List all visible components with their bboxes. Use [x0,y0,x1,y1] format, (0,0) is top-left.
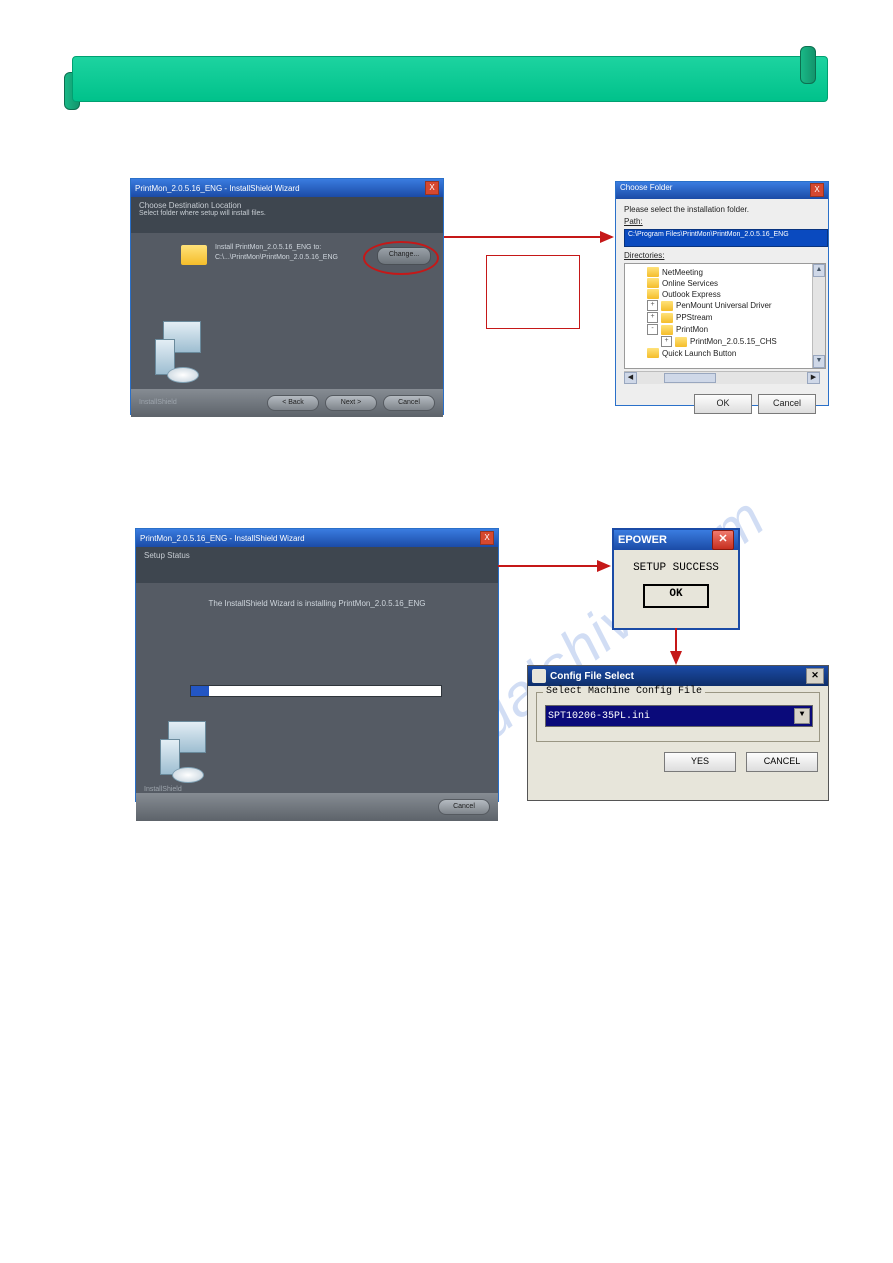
tree-item[interactable]: +PrintMon_2.0.5.15_CHS [627,336,823,347]
folder-icon [647,348,659,358]
folder-icon [661,313,673,323]
installer2-header: Setup Status [136,547,498,583]
installer2-titlebar: PrintMon_2.0.5.16_ENG - InstallShield Wi… [136,529,498,547]
cancel-button[interactable]: Cancel [383,395,435,411]
installer1-body: Install PrintMon_2.0.5.16_ENG to: C:\...… [131,233,443,389]
directories-label: Directories: [624,251,820,260]
path-label: Path: [624,217,820,226]
collapse-icon[interactable]: - [647,324,658,335]
next-button[interactable]: Next > [325,395,377,411]
config-group: Select Machine Config File SPT10206-35PL… [536,692,820,742]
installer2-title: PrintMon_2.0.5.16_ENG - InstallShield Wi… [140,534,305,543]
brand: InstallShield [144,786,182,793]
installer2-msg: The InstallShield Wizard is installing P… [136,599,498,608]
folder-icon [181,245,207,265]
epower-success-dialog: EPOWER ✕ SETUP SUCCESS OK [612,528,740,630]
chevron-down-icon[interactable]: ▼ [794,708,810,724]
banner-cap-right [800,46,816,84]
scroll-right-icon[interactable]: ▶ [807,372,820,384]
browse-title: Choose Folder [620,183,672,198]
installer-progress: PrintMon_2.0.5.16_ENG - InstallShield Wi… [135,528,499,802]
tree-item[interactable]: -PrintMon [627,324,823,335]
browse-titlebar: Choose Folder X [616,182,828,199]
installer1-header-title: Choose Destination Location [139,201,435,210]
folder-icon [647,267,659,277]
ok-button[interactable]: OK [694,394,752,414]
config-titlebar: Config File Select ✕ [528,666,828,686]
config-buttons: YES CANCEL [528,742,828,772]
tree-item[interactable]: Online Services [627,278,823,288]
scroll-thumb[interactable] [664,373,716,383]
close-icon[interactable]: X [480,531,494,545]
config-legend: Select Machine Config File [543,686,705,697]
banner [72,56,828,102]
folder-icon [661,301,673,311]
ok-button[interactable]: OK [643,584,709,608]
browse-buttons: OK Cancel [624,394,820,414]
scroll-up-icon[interactable]: ▲ [813,264,825,277]
epower-msg: SETUP SUCCESS [614,562,738,574]
scroll-left-icon[interactable]: ◀ [624,372,637,384]
installer1-titlebar: PrintMon_2.0.5.16_ENG - InstallShield Wi… [131,179,443,197]
config-combobox[interactable]: SPT10206-35PL.ini ▼ [545,705,813,727]
tree-item[interactable]: Quick Launch Button [627,348,823,358]
installer2-body: The InstallShield Wizard is installing P… [136,599,498,793]
epower-titlebar: EPOWER ✕ [614,530,738,550]
close-icon[interactable]: ✕ [806,668,824,684]
horizontal-scrollbar[interactable]: ◀ ▶ [624,371,820,384]
epower-title: EPOWER [618,534,667,546]
scroll-down-icon[interactable]: ▼ [813,355,825,368]
cancel-button[interactable]: CANCEL [746,752,818,772]
computer-icon [150,721,214,783]
brand: InstallShield [139,399,177,406]
computer-icon [145,321,209,383]
choose-folder-dialog: Choose Folder X Please select the instal… [615,181,829,406]
path-input[interactable]: C:\Program Files\PrintMon\PrintMon_2.0.5… [624,229,828,247]
expand-icon[interactable]: + [661,336,672,347]
installer2-header-title: Setup Status [144,551,490,560]
config-value: SPT10206-35PL.ini [548,711,650,722]
progress-bar [190,685,442,697]
cancel-button[interactable]: Cancel [758,394,816,414]
installer1-header: Choose Destination Location Select folde… [131,197,443,233]
directory-tree[interactable]: NetMeeting Online Services Outlook Expre… [624,263,826,369]
close-icon[interactable]: ✕ [712,530,734,550]
expand-icon[interactable]: + [647,300,658,311]
close-icon[interactable]: X [810,183,824,197]
tree-item[interactable]: NetMeeting [627,267,823,277]
yes-button[interactable]: YES [664,752,736,772]
installer1-title: PrintMon_2.0.5.16_ENG - InstallShield Wi… [135,184,300,193]
vertical-scrollbar[interactable]: ▲ ▼ [812,264,825,368]
folder-icon [675,337,687,347]
install-path-text: Install PrintMon_2.0.5.16_ENG to: C:\...… [215,243,338,263]
cancel-button[interactable]: Cancel [438,799,490,815]
folder-icon [647,278,659,288]
close-icon[interactable]: X [425,181,439,195]
expand-icon[interactable]: + [647,312,658,323]
config-icon [532,669,546,683]
tree-item[interactable]: +PenMount Universal Driver [627,300,823,311]
browse-prompt: Please select the installation folder. [624,205,820,214]
progress-fill [191,686,209,696]
config-file-select-dialog: Config File Select ✕ Select Machine Conf… [527,665,829,801]
back-button[interactable]: < Back [267,395,319,411]
installer1-footer: InstallShield < Back Next > Cancel [131,389,443,417]
config-title: Config File Select [550,671,634,682]
folder-icon [647,289,659,299]
highlight-oval [363,241,439,275]
folder-icon [661,325,673,335]
tree-item[interactable]: +PPStream [627,312,823,323]
installer1-header-sub: Select folder where setup will install f… [139,210,435,217]
tree-item[interactable]: Outlook Express [627,289,823,299]
callout-box [486,255,580,329]
browse-body: Please select the installation folder. P… [616,199,828,420]
installer2-footer: InstallShield Cancel [136,793,498,821]
installer-choose-destination: PrintMon_2.0.5.16_ENG - InstallShield Wi… [130,178,444,415]
